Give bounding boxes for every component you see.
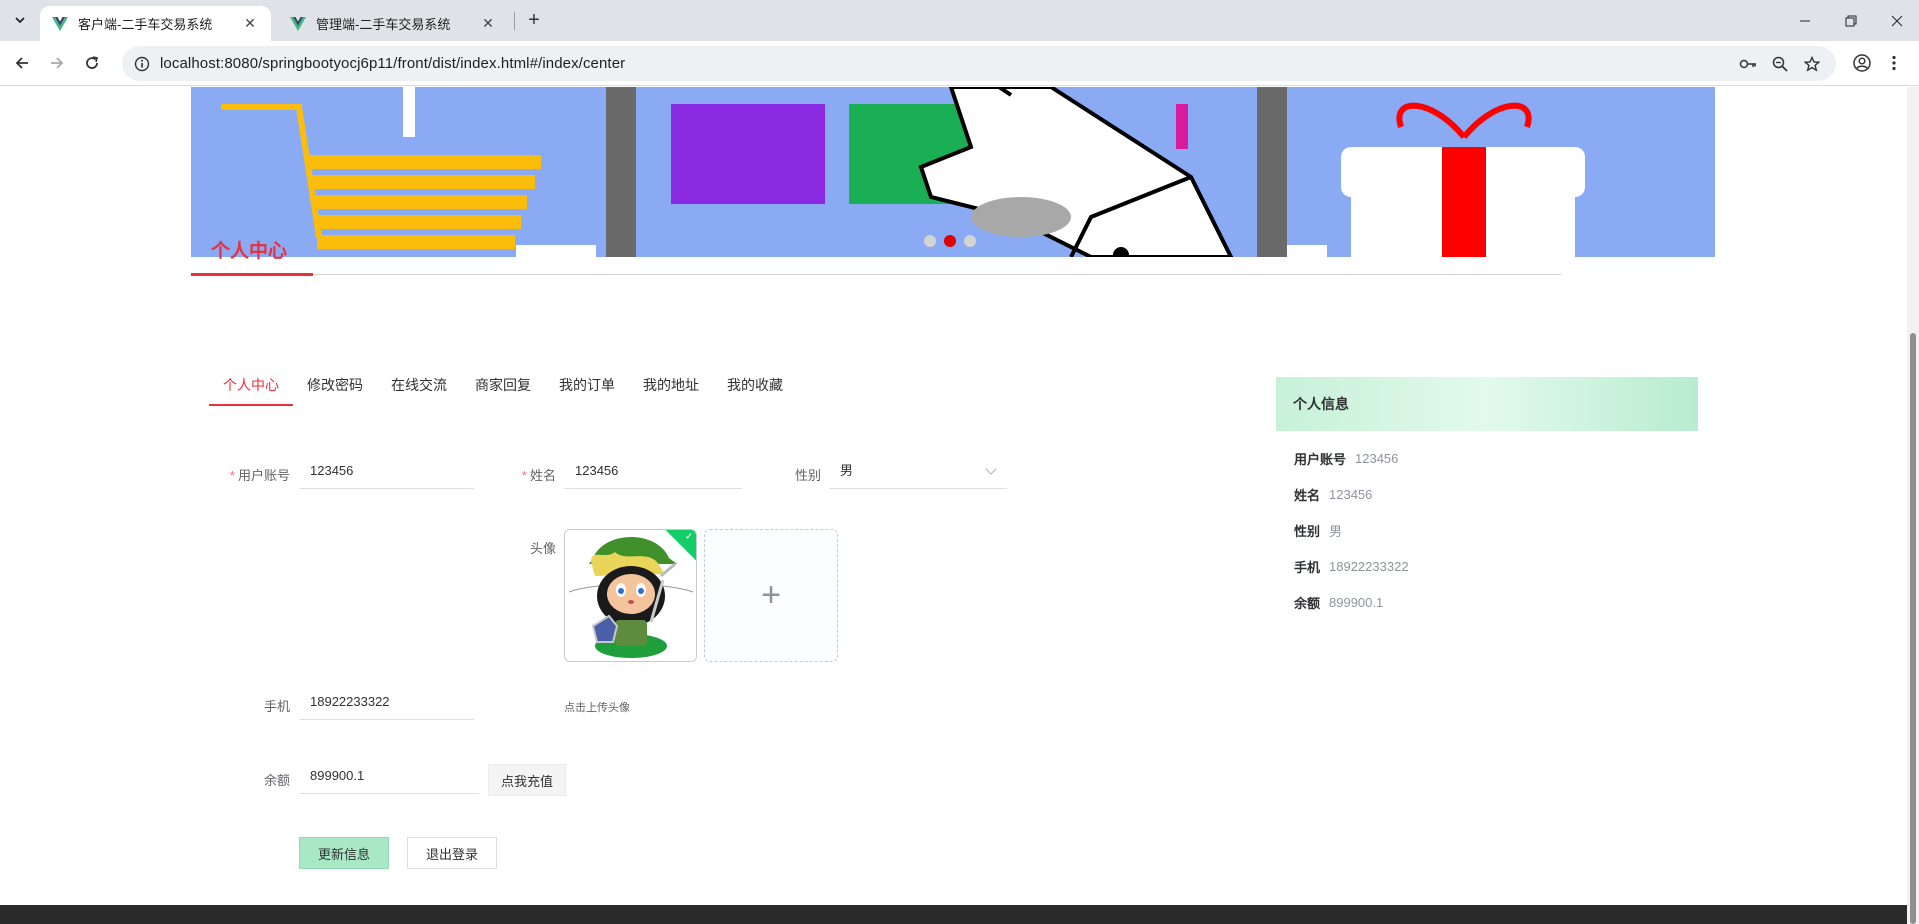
scrollbar-thumb[interactable] bbox=[1910, 333, 1916, 924]
tab-title: 客户端-二手车交易系统 bbox=[78, 17, 213, 32]
browser-tab-admin[interactable]: 管理端-二手车交易系统 ✕ bbox=[278, 6, 509, 41]
section-header: 个人中心 bbox=[191, 232, 1561, 276]
tab-online-chat[interactable]: 在线交流 bbox=[377, 370, 461, 406]
tab-list-chevron-icon[interactable] bbox=[8, 8, 32, 32]
octocat-link-avatar bbox=[565, 530, 696, 661]
password-key-icon[interactable] bbox=[1738, 54, 1758, 74]
avatar-image[interactable]: ✓ bbox=[564, 529, 697, 662]
upload-avatar-tip[interactable]: 点击上传头像 bbox=[564, 699, 630, 715]
info-row-phone: 手机 18922233322 bbox=[1294, 558, 1409, 575]
browser-toolbar: localhost:8080/springbootyocj6p11/front/… bbox=[0, 41, 1919, 86]
page-viewport: 个人中心 个人中心 修改密码 在线交流 商家回复 我的订单 我的地址 我的收藏 … bbox=[0, 87, 1907, 924]
name-input[interactable]: 123456 bbox=[564, 453, 742, 489]
bookmark-star-icon[interactable] bbox=[1802, 54, 1822, 74]
account-label: * 用户账号 bbox=[229, 468, 290, 483]
phone-input[interactable]: 18922233322 bbox=[299, 684, 474, 720]
browser-tab-bar: 客户端-二手车交易系统 ✕ 管理端-二手车交易系统 ✕ + bbox=[0, 0, 1919, 41]
address-bar[interactable]: localhost:8080/springbootyocj6p11/front/… bbox=[122, 46, 1836, 81]
restore-icon[interactable] bbox=[1828, 0, 1873, 41]
menu-kebab-icon[interactable] bbox=[1880, 49, 1908, 77]
tab-title: 管理端-二手车交易系统 bbox=[316, 17, 451, 32]
back-arrow-icon[interactable] bbox=[8, 49, 36, 77]
upload-avatar-plus-icon[interactable]: + bbox=[704, 529, 838, 662]
info-row-name: 姓名 123456 bbox=[1294, 486, 1373, 503]
close-tab-icon[interactable]: ✕ bbox=[241, 15, 259, 33]
update-info-button[interactable]: 更新信息 bbox=[299, 837, 389, 869]
page-title: 个人中心 bbox=[211, 241, 288, 262]
account-input[interactable]: 123456 bbox=[299, 453, 474, 489]
balance-input[interactable]: 899900.1 bbox=[299, 758, 479, 794]
info-panel-title: 个人信息 bbox=[1276, 377, 1698, 431]
page-scrollbar[interactable] bbox=[1907, 87, 1919, 924]
tab-merchant-reply[interactable]: 商家回复 bbox=[461, 370, 545, 406]
personal-info-panel: 个人信息 用户账号 123456 姓名 123456 性别男 手机 189222333… bbox=[1276, 377, 1698, 620]
tab-my-orders[interactable]: 我的订单 bbox=[545, 370, 629, 406]
logout-button[interactable]: 退出登录 bbox=[407, 837, 497, 869]
vue-logo-icon bbox=[290, 16, 306, 31]
tab-divider bbox=[514, 12, 515, 30]
minimize-icon[interactable] bbox=[1782, 0, 1827, 41]
tab-my-favorites[interactable]: 我的收藏 bbox=[713, 370, 797, 406]
info-row-balance: 余额 899900.1 bbox=[1294, 594, 1384, 611]
tab-my-address[interactable]: 我的地址 bbox=[629, 370, 713, 406]
info-row-account: 用户账号 123456 bbox=[1294, 450, 1399, 467]
page-footer bbox=[0, 905, 1907, 924]
zoom-icon[interactable] bbox=[1770, 54, 1790, 74]
vue-logo-icon bbox=[52, 16, 68, 31]
name-label: * 姓名 bbox=[521, 468, 556, 483]
info-row-gender: 性别男 bbox=[1294, 523, 1343, 539]
close-window-icon[interactable] bbox=[1874, 0, 1919, 41]
phone-label: 手机 bbox=[263, 699, 290, 714]
gender-label: 性别 bbox=[794, 468, 821, 483]
profile-icon[interactable] bbox=[1848, 49, 1876, 77]
gender-select[interactable]: 男 bbox=[829, 453, 1007, 489]
url-text: localhost:8080/springbootyocj6p11/front/… bbox=[160, 55, 626, 72]
reload-icon[interactable] bbox=[78, 49, 106, 77]
tab-personal-center[interactable]: 个人中心 bbox=[209, 370, 293, 406]
close-tab-icon[interactable]: ✕ bbox=[479, 15, 497, 33]
forward-arrow-icon[interactable] bbox=[43, 49, 71, 77]
new-tab-icon[interactable]: + bbox=[520, 8, 548, 32]
balance-label: 余额 bbox=[263, 773, 290, 788]
recharge-button[interactable]: 点我充值 bbox=[488, 764, 566, 796]
browser-tab-client[interactable]: 客户端-二手车交易系统 ✕ bbox=[40, 6, 271, 41]
avatar-label: 头像 bbox=[529, 541, 556, 556]
tab-change-password[interactable]: 修改密码 bbox=[293, 370, 377, 406]
gender-selected-value: 男 bbox=[840, 463, 854, 478]
site-info-icon[interactable] bbox=[134, 56, 150, 72]
title-underline bbox=[191, 273, 313, 276]
center-tabs: 个人中心 修改密码 在线交流 商家回复 我的订单 我的地址 我的收藏 bbox=[209, 370, 797, 406]
chevron-down-icon bbox=[985, 463, 997, 475]
